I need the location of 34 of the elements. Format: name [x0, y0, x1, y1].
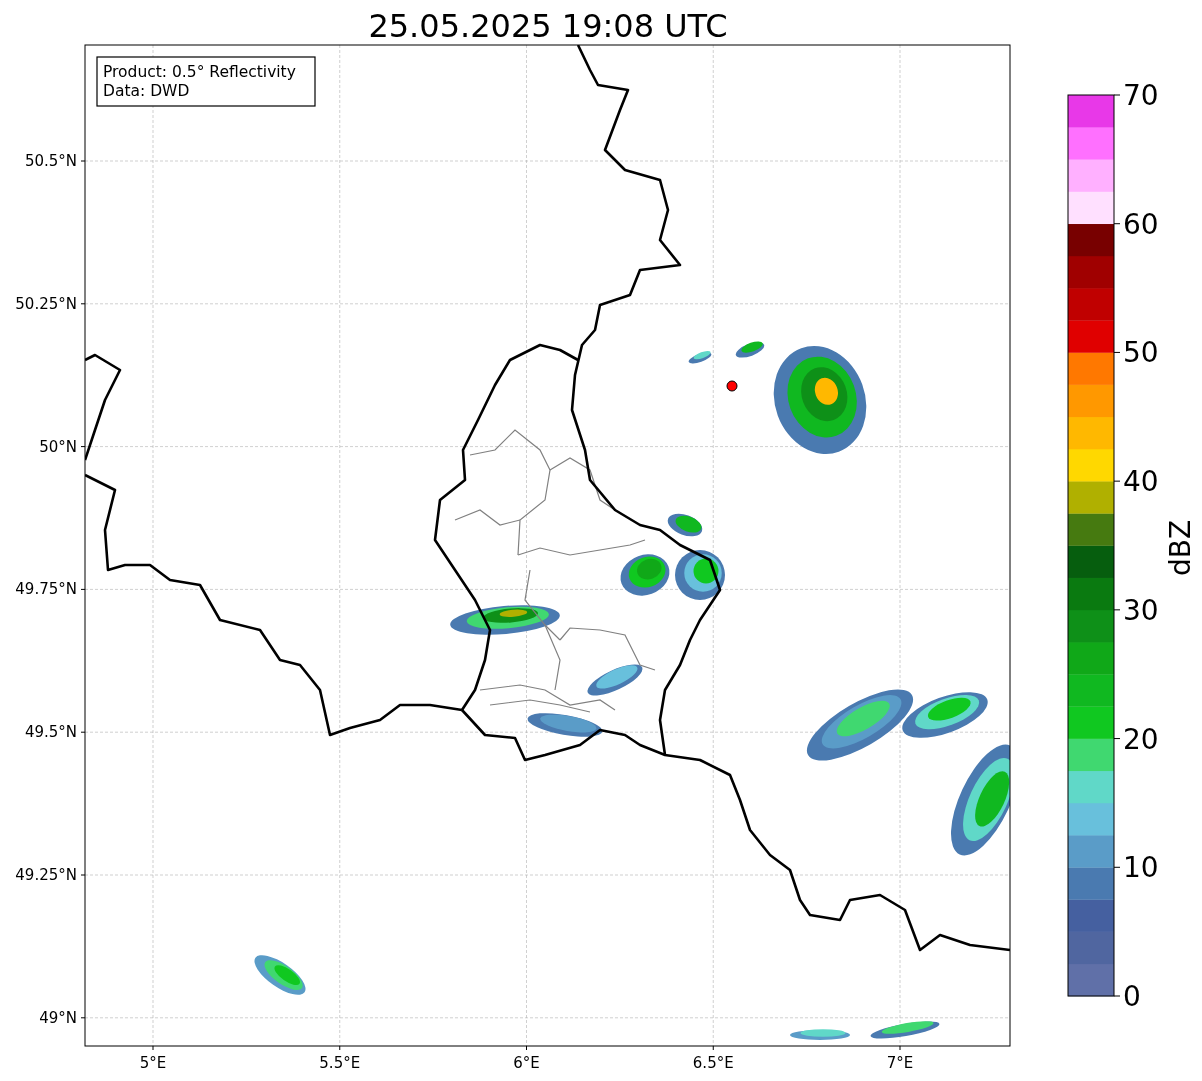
chart-title: 25.05.2025 19:08 UTC — [368, 7, 728, 45]
latitude-label: 49.75°N — [15, 580, 77, 599]
radar-site-marker — [726, 380, 738, 392]
colorbar-tick-label: 50 — [1123, 336, 1159, 370]
longitude-label: 5.5°E — [319, 1054, 361, 1072]
latitude-label: 50.25°N — [15, 294, 77, 313]
longitude-label: 7°E — [886, 1054, 914, 1072]
radar-echo — [254, 955, 306, 995]
colorbar-tick-label: 40 — [1123, 465, 1159, 499]
radar-echo — [735, 341, 765, 358]
radar-echo — [620, 554, 670, 596]
latitude-label: 49.25°N — [15, 866, 77, 884]
latitude-label: 49.5°N — [24, 723, 77, 742]
longitude-label: 6°E — [513, 1054, 540, 1072]
colorbar-tick-label: 60 — [1123, 207, 1159, 241]
radar-echo — [587, 664, 643, 696]
info-text: Product: 0.5° Reflectivity — [103, 63, 296, 81]
latitude-label: 49°N — [39, 1008, 77, 1027]
latitude-label: 50°N — [39, 437, 77, 456]
colorbar-tick-label: 20 — [1123, 722, 1159, 756]
radar-echo — [870, 1021, 940, 1039]
colorbar-tick-label: 30 — [1123, 593, 1159, 627]
info-text: Data: DWD — [103, 82, 190, 100]
radar-echo — [790, 1029, 850, 1040]
radar-echo — [688, 350, 712, 364]
longitude-label: 6.5°E — [692, 1054, 734, 1072]
latitude-label: 50.5°N — [24, 152, 77, 170]
longitude-label: 5°E — [139, 1054, 167, 1072]
colorbar-tick-label: 10 — [1123, 851, 1159, 885]
colorbar-tick-label: 70 — [1123, 79, 1159, 112]
radar-echo — [675, 550, 725, 600]
radar-echo — [667, 513, 703, 537]
colorbar-label: dBZ — [1164, 519, 1197, 577]
colorbar-tick-label: 0 — [1123, 980, 1141, 1013]
